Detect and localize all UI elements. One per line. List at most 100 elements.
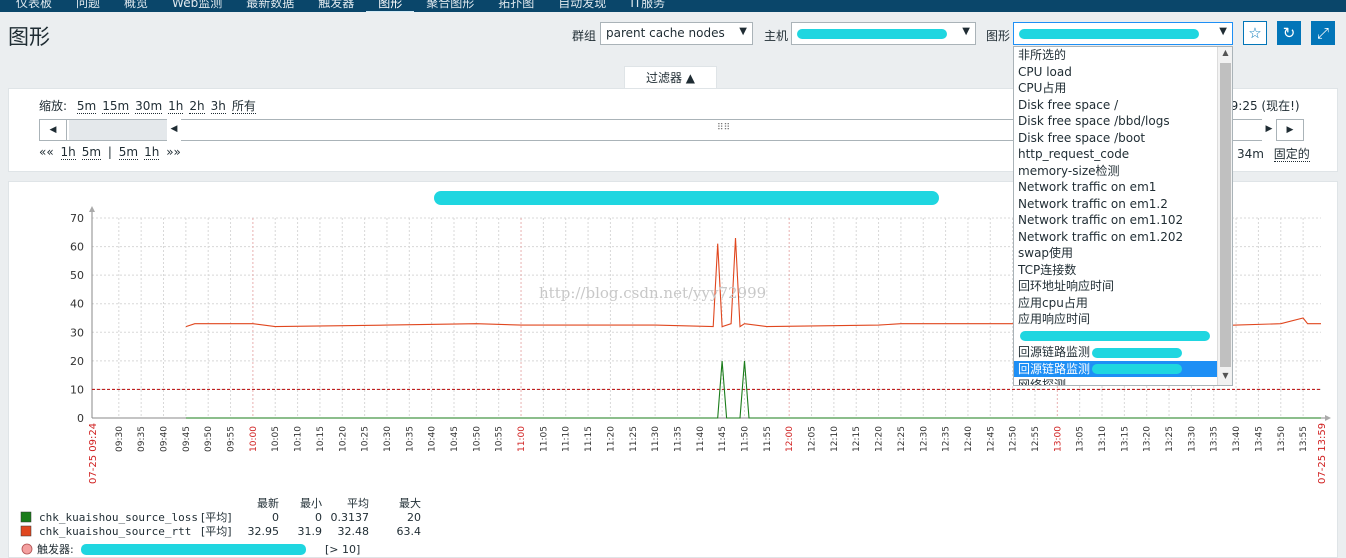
y-tick-label: 0 [77,412,84,425]
graph-option[interactable]: Network traffic on em1.2 [1014,196,1217,213]
scroll-right-button[interactable]: ▶ [1276,119,1304,141]
x-tick-label: 09:55 [227,426,237,452]
zoom-link[interactable]: 30m [135,99,163,114]
triangle-left-icon: ◀ [49,125,57,135]
slider-left-handle[interactable]: ◀ [167,119,181,141]
x-tick-label: 10:35 [405,426,415,452]
x-tick-label: 09:50 [204,426,214,452]
x-tick-label: 10:00 [249,426,259,452]
x-tick-label: 10:25 [361,426,371,452]
watermark-text: http://blog.csdn.net/yyy72999 [539,284,766,302]
graph-option[interactable]: Disk free space / [1014,97,1217,114]
zoom-link[interactable]: 所有 [231,99,256,114]
topnav-item[interactable]: 最新数据 [234,0,306,12]
period-step-link[interactable]: 5m [81,145,102,160]
graph-option[interactable]: http_request_code [1014,146,1217,163]
x-tick-label: 13:10 [1098,426,1108,452]
zoom-link[interactable]: 5m [76,99,97,114]
x-tick-label: 12:15 [852,426,862,452]
topnav-item[interactable]: 聚合图形 [414,0,486,12]
graph-option[interactable]: Disk free space /bbd/logs [1014,113,1217,130]
topnav-item[interactable]: 自动发现 [546,0,618,12]
dropdown-scrollbar[interactable]: ▲ ▼ [1217,47,1232,385]
fullscreen-button[interactable]: ⤢ [1311,21,1335,45]
y-axis-arrow [89,206,95,212]
graph-option[interactable]: 回源链路监测 [1014,360,1217,377]
graph-dropdown-list[interactable]: 非所选的 CPU load CPU占用 Disk free space / Disk f… [1013,46,1233,386]
topnav-item[interactable]: 仪表板 [4,0,64,12]
graph-option[interactable]: Disk free space /boot [1014,130,1217,147]
top-navigation: 仪表板 问题 概览 Web监测 最新数据 触发器 图形 聚合图形 拓扑图 自动发现 IT服务 [0,0,1346,12]
topnav-item[interactable]: 问题 [64,0,112,12]
graph-option[interactable]: 应用cpu占用 [1014,295,1217,312]
x-tick-label: 10:50 [472,426,482,452]
legend-value: 0.3137 [331,511,370,524]
x-tick-label: 10:55 [495,426,505,452]
y-tick-label: 40 [70,298,84,311]
topnav-item[interactable]: 拓扑图 [486,0,546,12]
favorite-button[interactable]: ☆ [1243,21,1267,45]
graph-option[interactable]: swap使用 [1014,245,1217,262]
x-tick-label: 11:20 [606,426,616,452]
x-tick-label: 10:40 [428,426,438,452]
zoom-link[interactable]: 3h [210,99,226,114]
slider-grip-icon[interactable]: ⠿⠿ [717,123,730,133]
x-tick-label: 12:50 [1009,426,1019,452]
group-label: 群组 [572,29,597,43]
graph-option[interactable] [1014,328,1217,345]
graph-option[interactable]: 回源链路监测 [1014,344,1217,361]
scroll-down-icon[interactable]: ▼ [1218,371,1232,380]
x-tick-label: 10:45 [450,426,460,452]
x-tick-label: 12:30 [919,426,929,452]
trigger-label: 触发器: [37,542,74,556]
graph-option[interactable]: 应用响应时间 [1014,311,1217,328]
y-tick-label: 50 [70,269,84,282]
filter-tab[interactable]: 过滤器 ▲ [624,66,717,90]
graph-option[interactable]: 非所选的 [1014,47,1217,64]
graph-option[interactable]: CPU占用 [1014,80,1217,97]
graph-option[interactable]: Network traffic on em1 [1014,179,1217,196]
group-select[interactable]: parent cache nodes ▼ [600,22,753,45]
x-tick-label: 12:25 [897,426,907,452]
legend-value: 31.9 [298,525,323,538]
period-step-link[interactable]: 5m [118,145,139,160]
graph-option[interactable]: CPU load [1014,64,1217,81]
fixed-period-link[interactable]: 固定的 [1273,147,1310,162]
nav-forward-icon[interactable]: »» [166,145,181,159]
scroll-up-icon[interactable]: ▲ [1218,48,1232,57]
topnav-item[interactable]: 图形 [366,0,415,12]
legend-value: 0 [315,511,322,524]
scroll-left-button[interactable]: ◀ [39,119,67,141]
legend-value: 63.4 [397,525,422,538]
zoom-link[interactable]: 1h [168,99,184,114]
period-step-link[interactable]: 1h [144,145,160,160]
x-edge-label: 07-25 09:24 [88,423,99,484]
graph-option[interactable]: Network traffic on em1.102 [1014,212,1217,229]
star-icon: ☆ [1248,24,1262,42]
time-range-end: 59:25 (现在!) [1223,99,1300,113]
graph-option[interactable]: 网络探测 [1014,377,1217,385]
graph-option[interactable]: Network traffic on em1.202 [1014,229,1217,246]
x-tick-label: 13:40 [1232,426,1242,452]
slider-right-handle[interactable]: ▶ [1262,119,1276,141]
x-tick-label: 10:30 [383,426,393,452]
zoom-link[interactable]: 2h [189,99,205,114]
topnav-item[interactable]: Web监测 [160,0,234,12]
topnav-item[interactable]: 触发器 [306,0,366,12]
zoom-link[interactable]: 15m [102,99,130,114]
topnav-item[interactable]: 概览 [112,0,160,12]
refresh-button[interactable]: ↻ [1277,21,1301,45]
x-tick-label: 11:40 [696,426,706,452]
graph-label: 图形 [986,29,1011,43]
dropdown-scroll-thumb[interactable] [1220,63,1231,367]
topnav-item[interactable]: IT服务 [618,0,677,12]
nav-back-icon[interactable]: «« [39,145,54,159]
graph-option[interactable]: TCP连接数 [1014,262,1217,279]
period-step-link[interactable]: 1h [60,145,76,160]
group-select-value: parent cache nodes [606,26,725,40]
host-select[interactable]: ▼ [791,22,976,45]
graph-option[interactable]: memory-size检测 [1014,163,1217,180]
graph-option[interactable]: 回环地址响应时间 [1014,278,1217,295]
x-tick-label: 12:10 [830,426,840,452]
graph-select[interactable]: ▼ [1013,22,1233,45]
